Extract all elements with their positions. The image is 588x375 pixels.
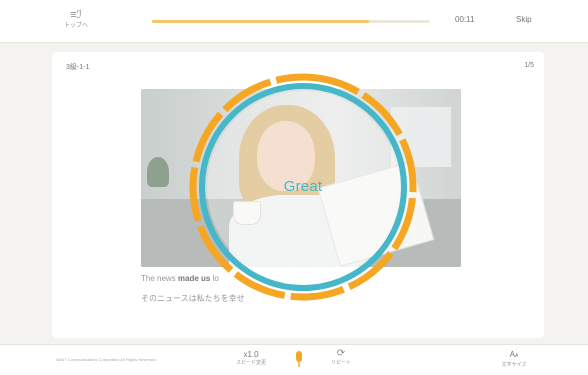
result-verdict: Great — [283, 178, 323, 195]
repeat-label: リピート — [330, 360, 351, 366]
top-menu-button[interactable]: ≡ℐ トップへ — [56, 10, 96, 31]
text-size-button[interactable]: AA 文字サイズ — [494, 350, 534, 369]
lesson-progress-fill — [152, 20, 369, 23]
speed-value: x1.0 — [243, 350, 259, 359]
bottom-bar: SANT Communications Corporation All Righ… — [0, 344, 588, 375]
speed-change-button[interactable]: x1.0 スピード変更 — [226, 350, 276, 367]
repeat-button[interactable]: ⟳ リピート — [318, 349, 364, 367]
text-size-label: 文字サイズ — [501, 362, 527, 368]
microphone-icon[interactable] — [294, 351, 304, 369]
result-overlay: Great — [188, 72, 418, 302]
top-menu-label: トップへ — [63, 23, 88, 29]
timer: 00:11 — [455, 15, 475, 24]
lesson-progress-bar — [152, 20, 430, 23]
text-size-icon: AA — [509, 350, 519, 359]
copyright-text: SANT Communications Corporation All Righ… — [56, 357, 157, 362]
repeat-icon: ⟳ — [336, 348, 346, 359]
top-bar: ≡ℐ トップへ 00:11 Skip — [0, 0, 588, 43]
lesson-id: 3級-1-1 — [66, 64, 90, 71]
speed-label: スピード変更 — [235, 360, 266, 366]
page-counter: 1/5 — [524, 62, 534, 69]
menu-lines-icon: ≡ℐ — [70, 9, 82, 21]
skip-button[interactable]: Skip — [516, 15, 532, 24]
